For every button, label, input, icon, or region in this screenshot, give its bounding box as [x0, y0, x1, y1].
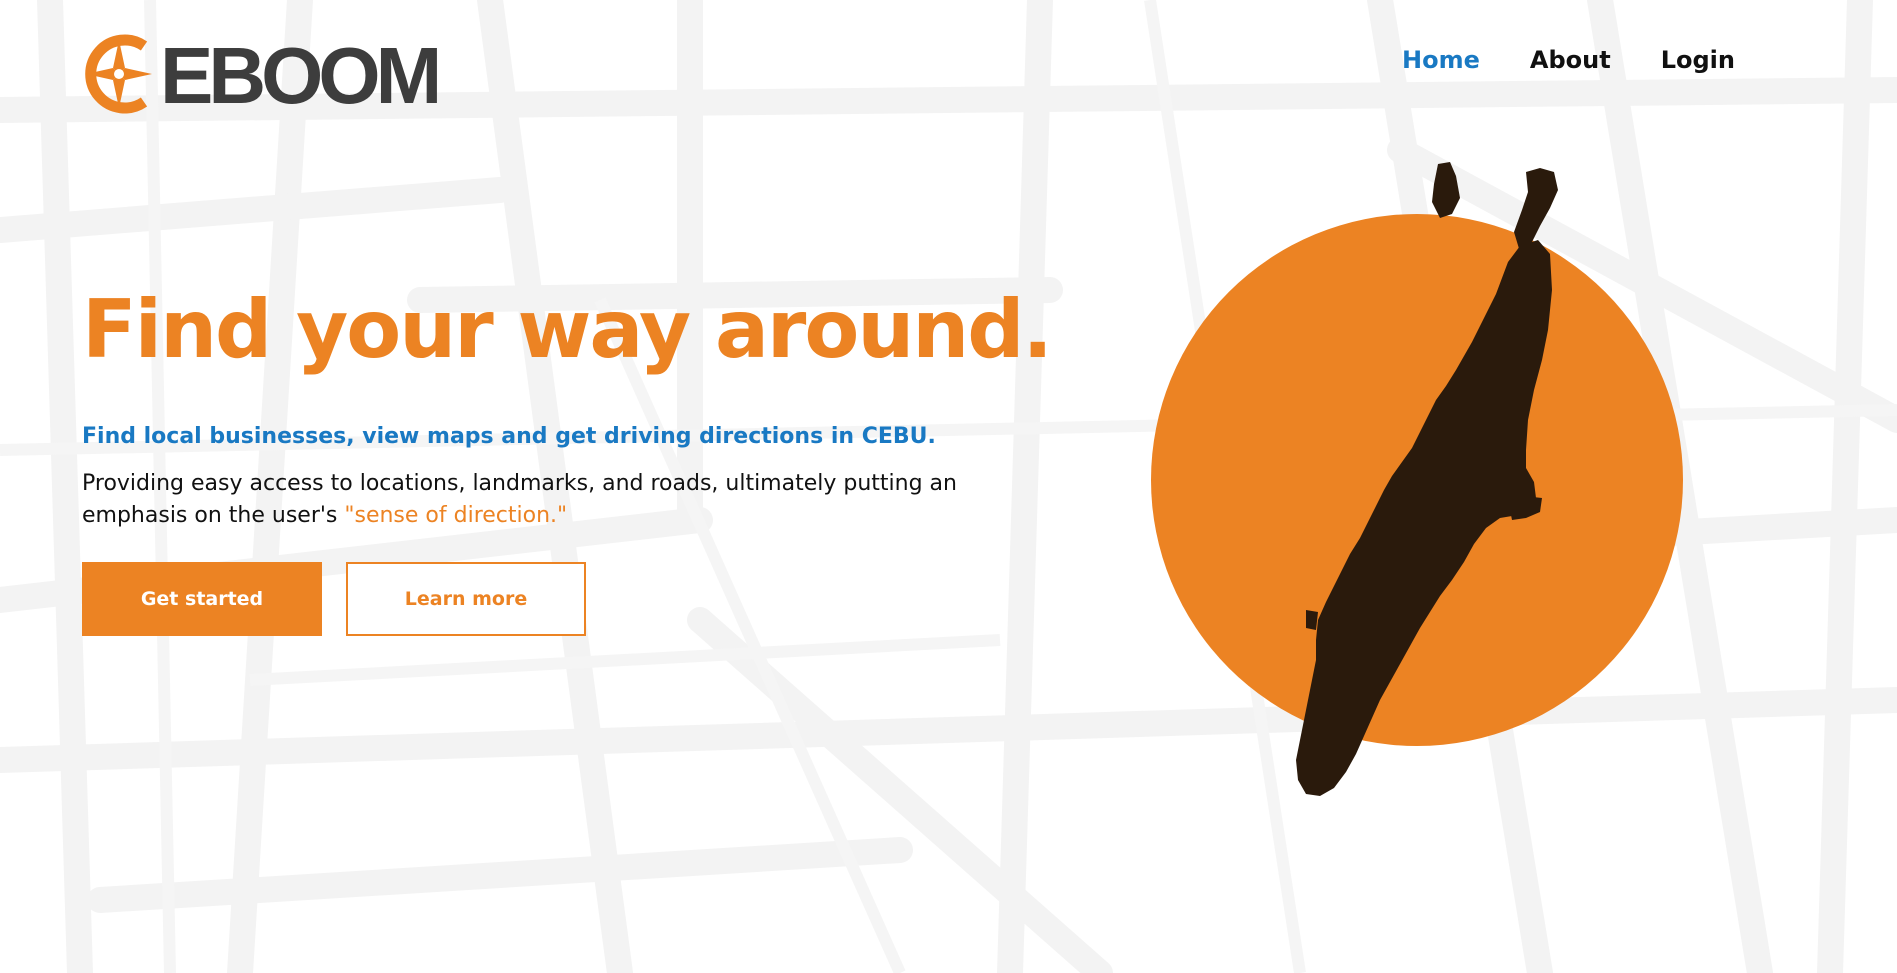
description-highlight: "sense of direction."	[344, 503, 568, 528]
hero-description: Providing easy access to locations, land…	[82, 468, 982, 532]
compass-icon	[82, 34, 156, 118]
brand-name: EBOOM	[160, 31, 442, 120]
site-logo[interactable]: EBOOM	[82, 31, 442, 120]
hero-title: Find your way around.	[82, 283, 1053, 376]
learn-more-button[interactable]: Learn more	[346, 562, 586, 636]
landing-page: EBOOM Home About Login Find your way aro…	[0, 0, 1897, 973]
hero-tagline: Find local businesses, view maps and get…	[82, 424, 936, 449]
hero-graphic	[1151, 162, 1683, 796]
get-started-button[interactable]: Get started	[82, 562, 322, 636]
nav-about[interactable]: About	[1530, 46, 1611, 74]
main-nav: Home About Login	[1402, 46, 1735, 74]
nav-home[interactable]: Home	[1402, 46, 1480, 74]
nav-login[interactable]: Login	[1661, 46, 1735, 74]
